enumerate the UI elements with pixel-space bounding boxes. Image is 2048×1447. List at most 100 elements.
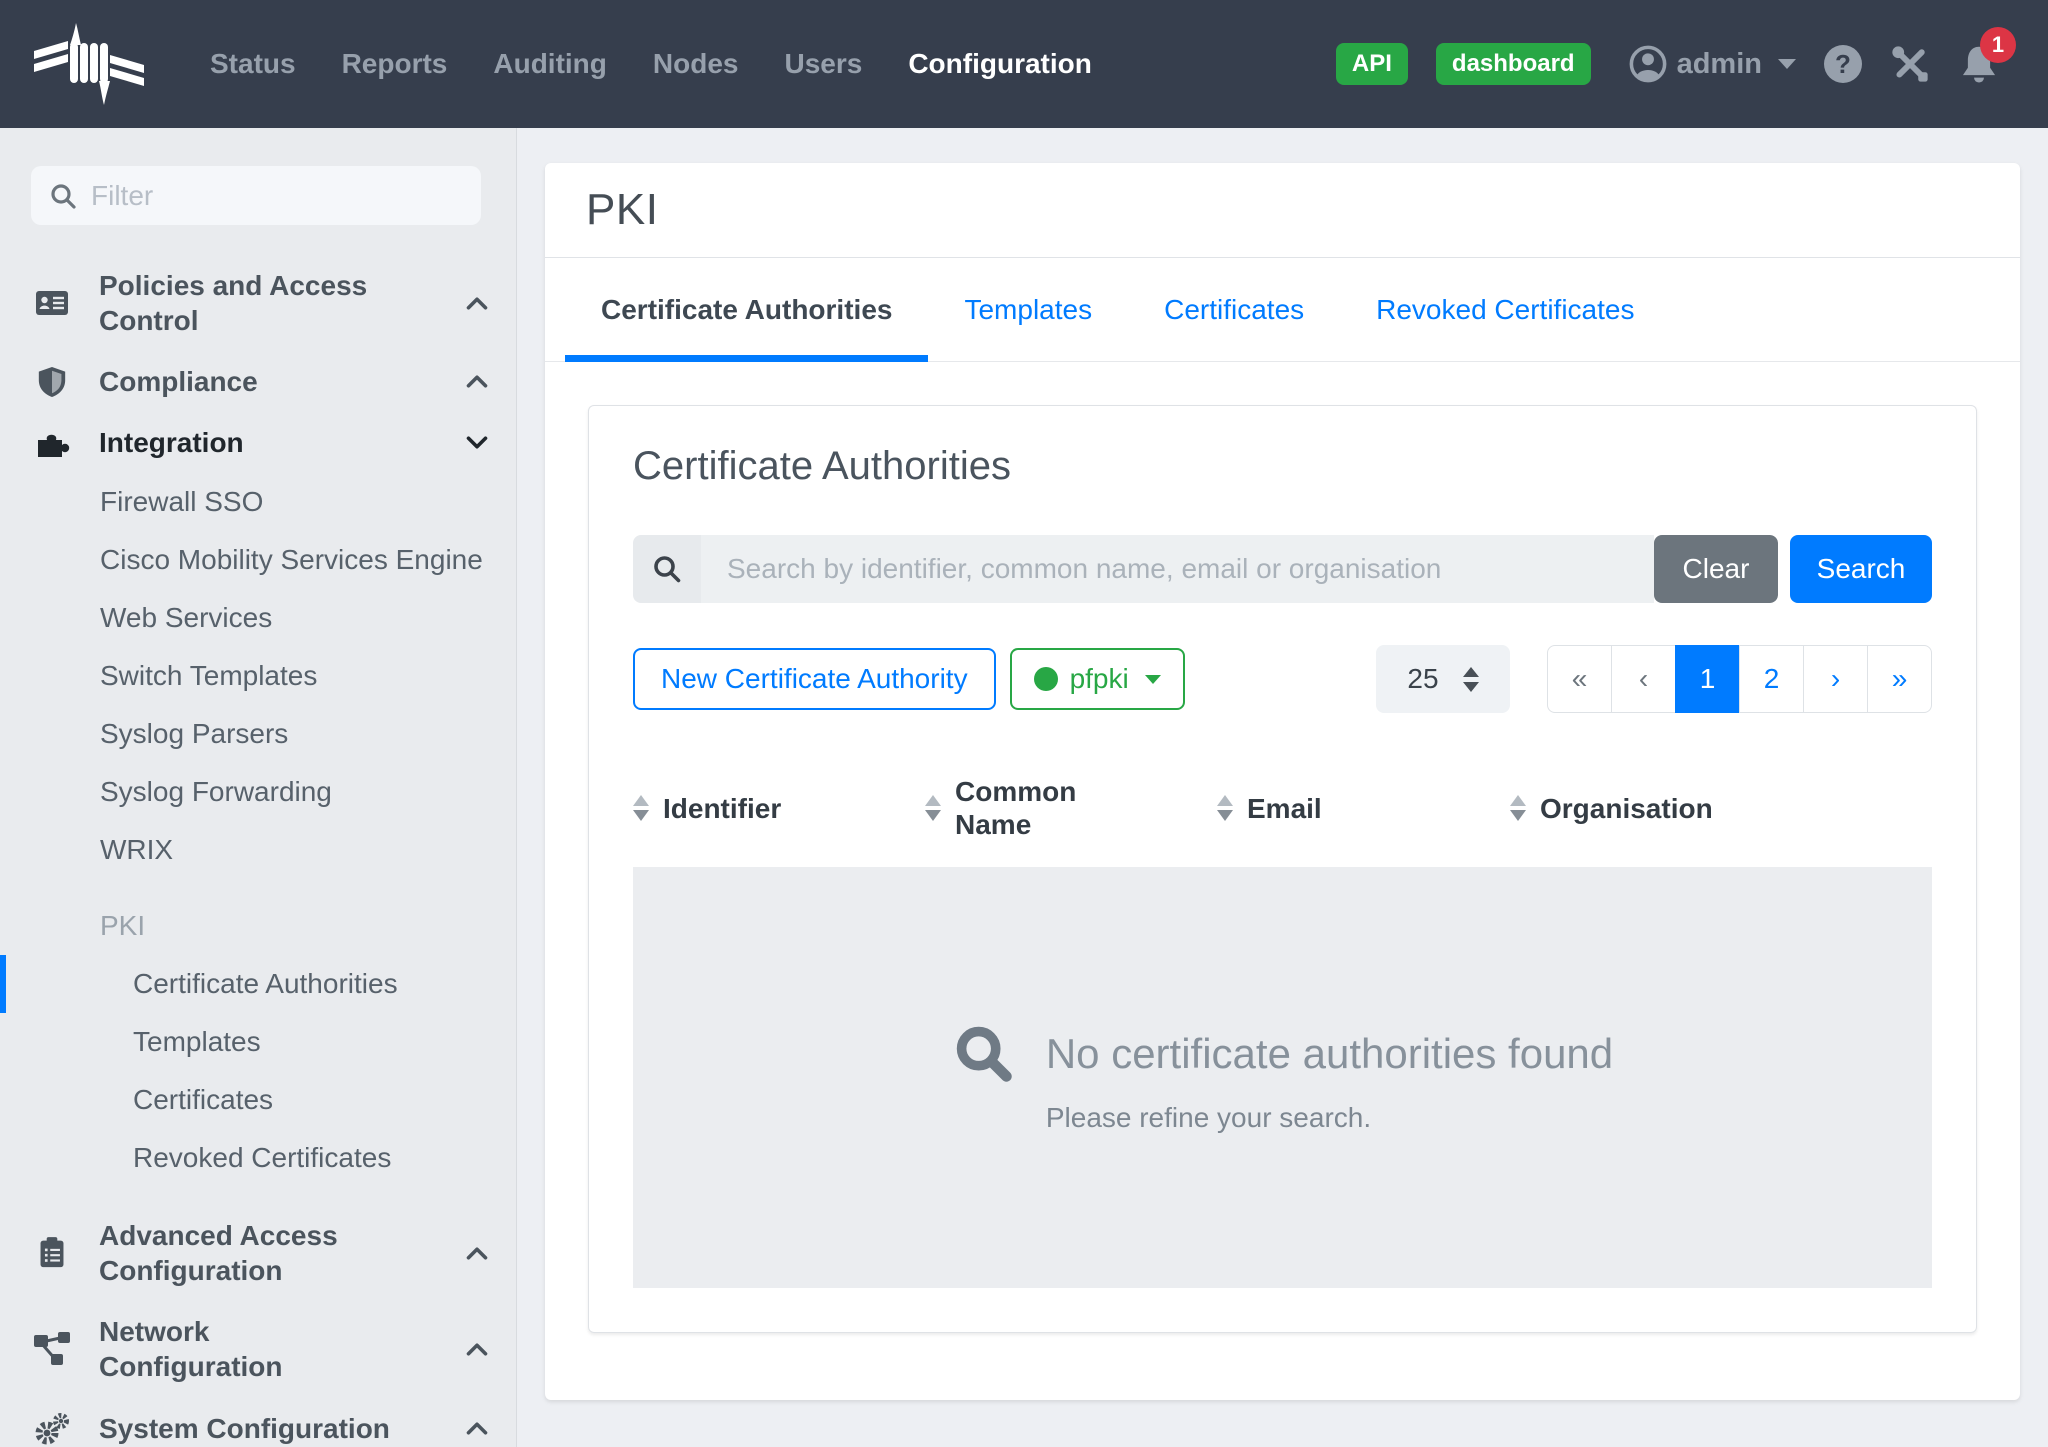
pfpki-dropdown[interactable]: pfpki (1010, 648, 1185, 710)
main-nav: Status Reports Auditing Nodes Users Conf… (210, 48, 1092, 80)
pagination-first[interactable]: « (1547, 645, 1612, 713)
search-row: Clear Search (633, 535, 1932, 603)
gears-icon (33, 1410, 71, 1446)
main-panel: PKI Certificate Authorities Templates Ce… (545, 163, 2020, 1400)
tab-templates[interactable]: Templates (928, 258, 1128, 361)
new-certificate-authority-button[interactable]: New Certificate Authority (633, 648, 996, 710)
notification-count-badge: 1 (1980, 27, 2016, 63)
sidebar-section-integration[interactable]: Integration (0, 412, 516, 473)
search-icon (633, 535, 701, 603)
sidebar-subsection-label: PKI (100, 910, 145, 942)
sidebar-section-compliance[interactable]: Compliance (0, 351, 516, 412)
sidebar-item-revoked-certificates[interactable]: Revoked Certificates (0, 1129, 516, 1187)
sidebar-item-label: Certificate Authorities (133, 968, 398, 1000)
sort-icon (1217, 795, 1233, 821)
sidebar-section-label: Integration (99, 425, 399, 460)
empty-state: No certificate authorities found Please … (633, 867, 1932, 1288)
nav-auditing[interactable]: Auditing (493, 48, 607, 80)
pagination-prev[interactable]: ‹ (1611, 645, 1676, 713)
dashboard-badge[interactable]: dashboard (1436, 43, 1591, 85)
sidebar-item-certificate-authorities[interactable]: Certificate Authorities (0, 955, 516, 1013)
username: admin (1677, 48, 1762, 81)
help-icon[interactable]: ? (1824, 45, 1862, 83)
sidebar-item-label: Certificates (133, 1084, 273, 1116)
column-label: Identifier (663, 792, 781, 825)
sidebar-item-web-services[interactable]: Web Services (0, 589, 516, 647)
sort-icon (633, 795, 649, 821)
sidebar-item-label: Syslog Parsers (100, 718, 288, 750)
page-title: PKI (586, 185, 658, 235)
clear-button[interactable]: Clear (1654, 535, 1778, 603)
pagination-next[interactable]: › (1803, 645, 1868, 713)
notifications-button[interactable]: 1 (1958, 43, 2000, 85)
sidebar-item-switch-templates[interactable]: Switch Templates (0, 647, 516, 705)
chevron-up-icon (464, 1420, 490, 1437)
sidebar-item-firewall-sso[interactable]: Firewall SSO (0, 473, 516, 531)
sidebar-item-templates[interactable]: Templates (0, 1013, 516, 1071)
sidebar-item-wrix[interactable]: WRIX (0, 821, 516, 879)
tab-certificates[interactable]: Certificates (1128, 258, 1340, 361)
empty-state-subtitle: Please refine your search. (1046, 1102, 1613, 1134)
tools-icon[interactable] (1890, 44, 1930, 84)
pagination-page-2[interactable]: 2 (1739, 645, 1804, 713)
sidebar-item-syslog-parsers[interactable]: Syslog Parsers (0, 705, 516, 763)
user-menu[interactable]: admin (1629, 45, 1796, 83)
packetfence-logo[interactable] (34, 21, 144, 107)
network-icon (33, 1332, 71, 1366)
column-label: Email (1247, 792, 1322, 825)
filter-input[interactable] (91, 180, 463, 212)
pfpki-label: pfpki (1070, 663, 1129, 695)
status-dot-icon (1034, 667, 1058, 691)
id-card-icon (33, 286, 71, 320)
nav-status[interactable]: Status (210, 48, 296, 80)
search-input[interactable] (701, 535, 1654, 603)
page-header: PKI (545, 163, 2020, 258)
pagination: « ‹ 1 2 › » (1547, 645, 1932, 713)
tab-certificate-authorities[interactable]: Certificate Authorities (565, 258, 928, 361)
pagination-page-1[interactable]: 1 (1675, 645, 1740, 713)
sidebar-item-label: Revoked Certificates (133, 1142, 391, 1174)
search-icon (952, 1022, 1016, 1086)
column-header-common-name[interactable]: Common Name (925, 775, 1217, 841)
tab-revoked-certificates[interactable]: Revoked Certificates (1340, 258, 1670, 361)
actions-row: New Certificate Authority pfpki 25 « ‹ 1 (633, 645, 1932, 713)
sidebar-item-label: Templates (133, 1026, 261, 1058)
sidebar-item-cisco-mse[interactable]: Cisco Mobility Services Engine (0, 531, 516, 589)
sidebar-section-label: System Configuration (99, 1411, 399, 1446)
tab-label: Certificate Authorities (601, 294, 892, 326)
sidebar: Policies and Access Control Compliance (0, 128, 517, 1447)
api-badge[interactable]: API (1336, 43, 1408, 85)
sidebar-item-label: Firewall SSO (100, 486, 263, 518)
tab-bar: Certificate Authorities Templates Certif… (545, 258, 2020, 362)
sidebar-section-policies[interactable]: Policies and Access Control (0, 255, 516, 351)
tab-label: Templates (964, 294, 1092, 326)
sidebar-item-label: WRIX (100, 834, 173, 866)
sidebar-section-network-configuration[interactable]: Network Configuration (0, 1301, 516, 1397)
nav-nodes[interactable]: Nodes (653, 48, 739, 80)
tab-label: Certificates (1164, 294, 1304, 326)
column-label: Common Name (955, 775, 1090, 841)
sidebar-section-system-configuration[interactable]: System Configuration (0, 1397, 516, 1447)
sidebar-item-syslog-forwarding[interactable]: Syslog Forwarding (0, 763, 516, 821)
sidebar-item-label: Switch Templates (100, 660, 317, 692)
sidebar-section-label: Policies and Access Control (99, 268, 399, 338)
search-input-group: Clear (633, 535, 1778, 603)
nav-configuration[interactable]: Configuration (908, 48, 1092, 80)
nav-users[interactable]: Users (784, 48, 862, 80)
column-header-email[interactable]: Email (1217, 775, 1510, 841)
sidebar-filter[interactable] (31, 166, 481, 225)
chevron-up-icon (464, 373, 490, 390)
page-size-select[interactable]: 25 (1376, 645, 1510, 713)
clipboard-icon (33, 1235, 71, 1271)
table-header-row: Identifier Common Name Email Organisatio… (633, 775, 1932, 841)
sidebar-section-advanced-access[interactable]: Advanced Access Configuration (0, 1205, 516, 1301)
sidebar-item-certificates[interactable]: Certificates (0, 1071, 516, 1129)
sidebar-menu: Policies and Access Control Compliance (0, 255, 516, 1447)
nav-reports[interactable]: Reports (342, 48, 448, 80)
stepper-icon (1463, 667, 1479, 692)
top-navbar: Status Reports Auditing Nodes Users Conf… (0, 0, 2048, 128)
column-header-identifier[interactable]: Identifier (633, 775, 925, 841)
pagination-last[interactable]: » (1867, 645, 1932, 713)
column-header-organisation[interactable]: Organisation (1510, 775, 1932, 841)
search-button[interactable]: Search (1790, 535, 1932, 603)
